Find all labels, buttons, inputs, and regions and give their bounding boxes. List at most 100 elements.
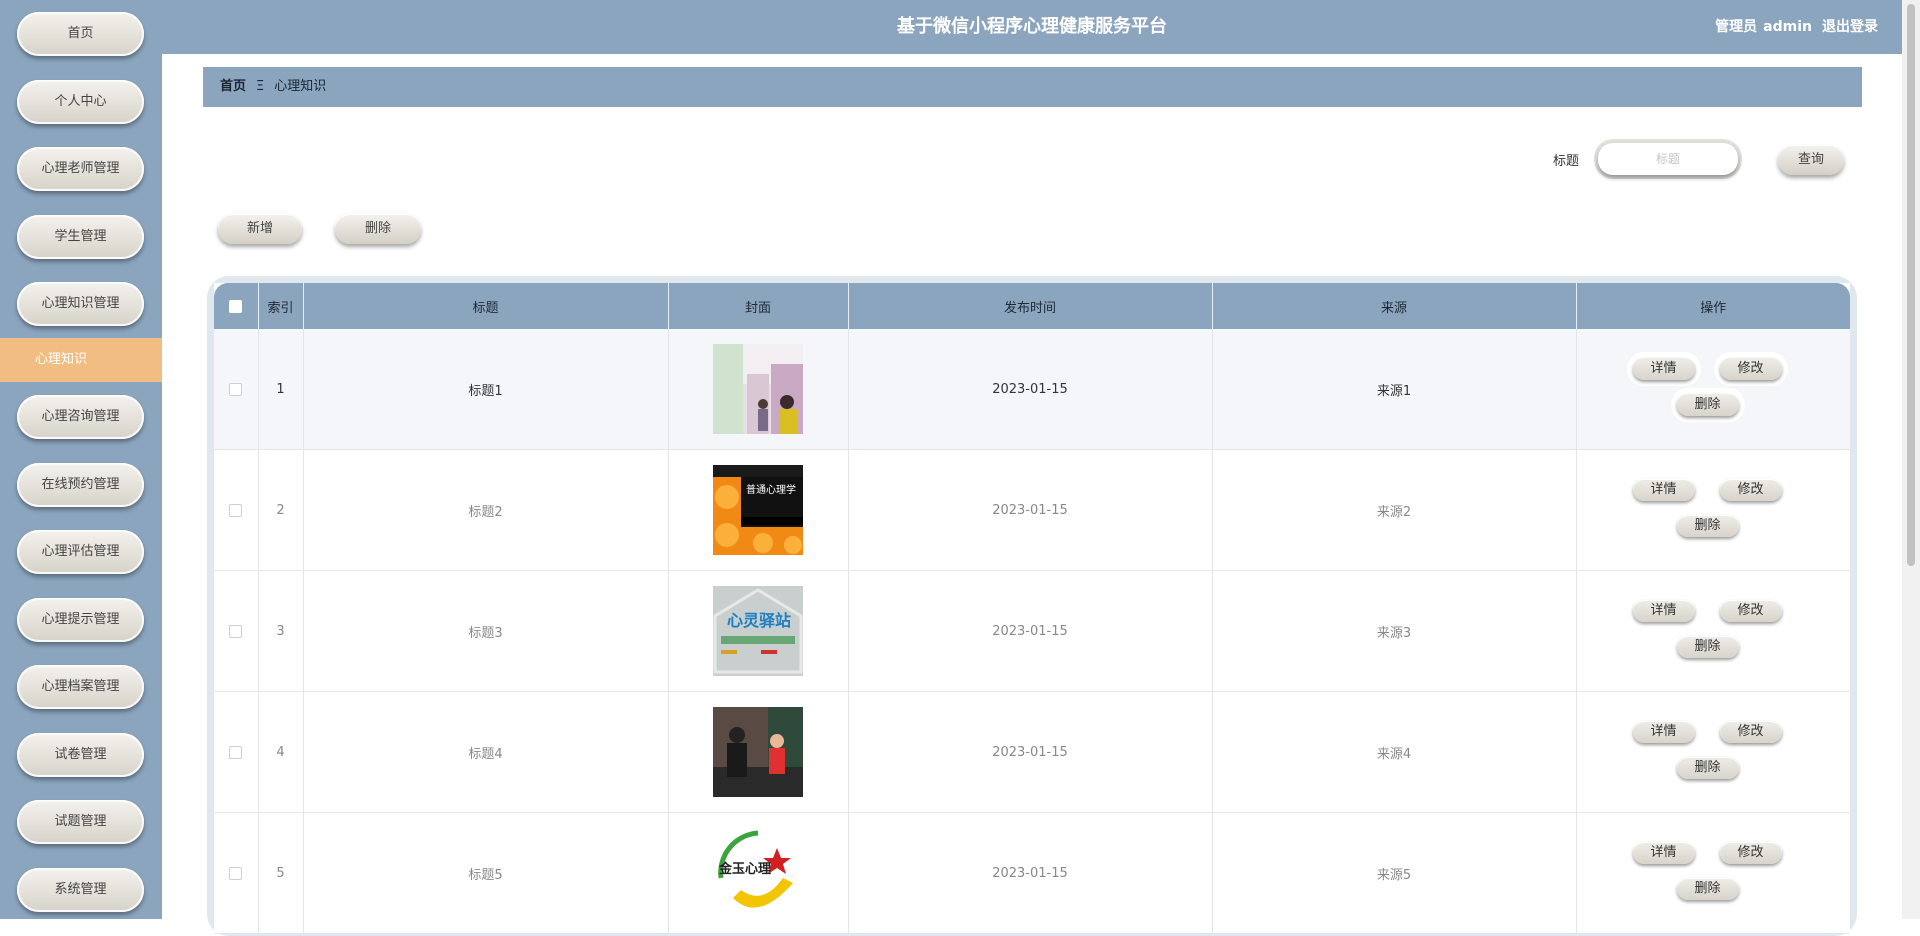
table-container: 索引 标题 封面 发布时间 来源 操作 1 标题1 2023-01-15 来源1… — [207, 276, 1857, 936]
row-index: 2 — [258, 449, 304, 571]
row-title: 标题2 — [303, 449, 669, 571]
row-checkbox[interactable] — [229, 624, 243, 638]
table-row[interactable]: 1 标题1 2023-01-15 来源1 详情 修改 删除 — [214, 329, 1850, 450]
row-index: 1 — [258, 329, 304, 450]
row-date: 2023-01-15 — [848, 329, 1213, 450]
app-title: 基于微信小程序心理健康服务平台 — [897, 16, 1167, 37]
edit-button[interactable]: 修改 — [1719, 842, 1782, 864]
detail-button[interactable]: 详情 — [1632, 842, 1695, 864]
row-checkbox[interactable] — [229, 382, 243, 396]
row-checkbox[interactable] — [229, 745, 243, 759]
cover-image-logo: 金玉心理 — [713, 828, 803, 918]
row-actions: 详情 修改 删除 — [1576, 449, 1850, 571]
user-role: 管理员 — [1715, 19, 1758, 35]
delete-button[interactable]: 删除 — [1676, 636, 1739, 658]
row-source: 来源3 — [1212, 570, 1577, 692]
detail-button[interactable]: 详情 — [1632, 721, 1695, 743]
column-header-cover: 封面 — [668, 283, 849, 329]
row-checkbox-cell — [214, 570, 259, 692]
delete-button[interactable]: 删除 — [1676, 394, 1739, 416]
delete-button[interactable]: 删除 — [1676, 878, 1739, 900]
row-checkbox[interactable] — [229, 866, 243, 880]
sign-text: 心灵驿站 — [727, 611, 791, 630]
row-cover-cell — [668, 329, 849, 450]
row-cover-cell: 普通心理学 — [668, 449, 849, 571]
select-all-cell[interactable] — [214, 283, 259, 329]
user-area: 管理员 admin 退出登录 — [1709, 0, 1878, 54]
row-date: 2023-01-15 — [848, 691, 1213, 813]
table-header-row: 索引 标题 封面 发布时间 来源 操作 — [214, 283, 1850, 329]
row-date: 2023-01-15 — [848, 449, 1213, 571]
cover-image-room — [713, 344, 803, 434]
logout-link[interactable]: 退出登录 — [1822, 19, 1878, 35]
sidebar-item-paper-management[interactable]: 试卷管理 — [17, 733, 144, 777]
row-checkbox-cell — [214, 691, 259, 813]
row-actions: 详情 修改 删除 — [1576, 691, 1850, 813]
search-label: 标题 — [1553, 154, 1580, 169]
edit-button[interactable]: 修改 — [1719, 721, 1782, 743]
row-source: 来源2 — [1212, 449, 1577, 571]
cover-image-sign: 心灵驿站 — [713, 586, 803, 676]
row-actions: 详情 修改 删除 — [1576, 812, 1850, 934]
sidebar-item-tips-management[interactable]: 心理提示管理 — [17, 598, 144, 642]
row-date: 2023-01-15 — [848, 812, 1213, 934]
row-actions: 详情 修改 删除 — [1576, 570, 1850, 692]
row-title: 标题1 — [303, 329, 669, 450]
table-row[interactable]: 2 标题2 普通心理学 2023-01-15 来源2 详情 修改 删除 — [214, 449, 1850, 571]
row-index: 3 — [258, 570, 304, 692]
row-title: 标题3 — [303, 570, 669, 692]
column-header-index: 索引 — [258, 283, 304, 329]
sidebar-item-knowledge[interactable]: 心理知识 — [0, 338, 162, 382]
search-input[interactable] — [1598, 143, 1738, 175]
column-header-title: 标题 — [303, 283, 669, 329]
sidebar-item-home[interactable]: 首页 — [17, 12, 144, 56]
add-button[interactable]: 新增 — [218, 214, 302, 244]
row-actions: 详情 修改 删除 — [1576, 329, 1850, 450]
scrollbar-thumb[interactable] — [1907, 4, 1915, 566]
batch-delete-button[interactable]: 删除 — [335, 214, 421, 244]
column-header-actions: 操作 — [1576, 283, 1850, 329]
row-cover-cell — [668, 691, 849, 813]
row-source: 来源4 — [1212, 691, 1577, 813]
sidebar-item-profile[interactable]: 个人中心 — [17, 80, 144, 124]
breadcrumb-separator-icon: Ξ — [256, 79, 265, 94]
sidebar-item-system-management[interactable]: 系统管理 — [17, 868, 144, 912]
row-checkbox-cell — [214, 329, 259, 450]
detail-button[interactable]: 详情 — [1632, 358, 1695, 380]
sidebar-item-archive-management[interactable]: 心理档案管理 — [17, 665, 144, 709]
breadcrumb-current: 心理知识 — [274, 79, 327, 94]
page-scrollbar[interactable] — [1902, 0, 1920, 919]
query-button[interactable]: 查询 — [1778, 145, 1844, 175]
delete-button[interactable]: 删除 — [1676, 757, 1739, 779]
sidebar-item-assessment-management[interactable]: 心理评估管理 — [17, 530, 144, 574]
sidebar-item-knowledge-management[interactable]: 心理知识管理 — [17, 282, 144, 326]
sidebar-item-question-management[interactable]: 试题管理 — [17, 800, 144, 844]
column-header-source: 来源 — [1212, 283, 1577, 329]
sidebar-item-appointment-management[interactable]: 在线预约管理 — [17, 463, 144, 507]
row-source: 来源1 — [1212, 329, 1577, 450]
table-row[interactable]: 3 标题3 心灵驿站 2023-01-15 来源3 详情 修改 删除 — [214, 570, 1850, 692]
column-header-date: 发布时间 — [848, 283, 1213, 329]
table-row[interactable]: 5 标题5 金玉心理 2023-01-15 来源5 详情 修改 删除 — [214, 812, 1850, 934]
edit-button[interactable]: 修改 — [1719, 479, 1782, 501]
sidebar-item-student-management[interactable]: 学生管理 — [17, 215, 144, 259]
delete-button[interactable]: 删除 — [1676, 515, 1739, 537]
select-all-checkbox[interactable] — [229, 299, 243, 313]
sidebar-item-consultation-management[interactable]: 心理咨询管理 — [17, 395, 144, 439]
edit-button[interactable]: 修改 — [1719, 358, 1782, 380]
edit-button[interactable]: 修改 — [1719, 600, 1782, 622]
breadcrumb: 首页 Ξ 心理知识 — [203, 67, 1862, 107]
knowledge-table: 索引 标题 封面 发布时间 来源 操作 1 标题1 2023-01-15 来源1… — [214, 283, 1850, 934]
row-index: 4 — [258, 691, 304, 813]
cover-image-book: 普通心理学 — [713, 465, 803, 555]
username: admin — [1763, 19, 1812, 35]
top-header: 基于微信小程序心理健康服务平台 管理员 admin 退出登录 — [162, 0, 1902, 54]
sidebar-item-teacher-management[interactable]: 心理老师管理 — [17, 147, 144, 191]
row-checkbox-cell — [214, 812, 259, 934]
cover-image-consultation — [713, 707, 803, 797]
breadcrumb-home[interactable]: 首页 — [220, 79, 246, 94]
detail-button[interactable]: 详情 — [1632, 479, 1695, 501]
detail-button[interactable]: 详情 — [1632, 600, 1695, 622]
row-checkbox[interactable] — [229, 503, 243, 517]
table-row[interactable]: 4 标题4 2023-01-15 来源4 详情 修改 删除 — [214, 691, 1850, 813]
